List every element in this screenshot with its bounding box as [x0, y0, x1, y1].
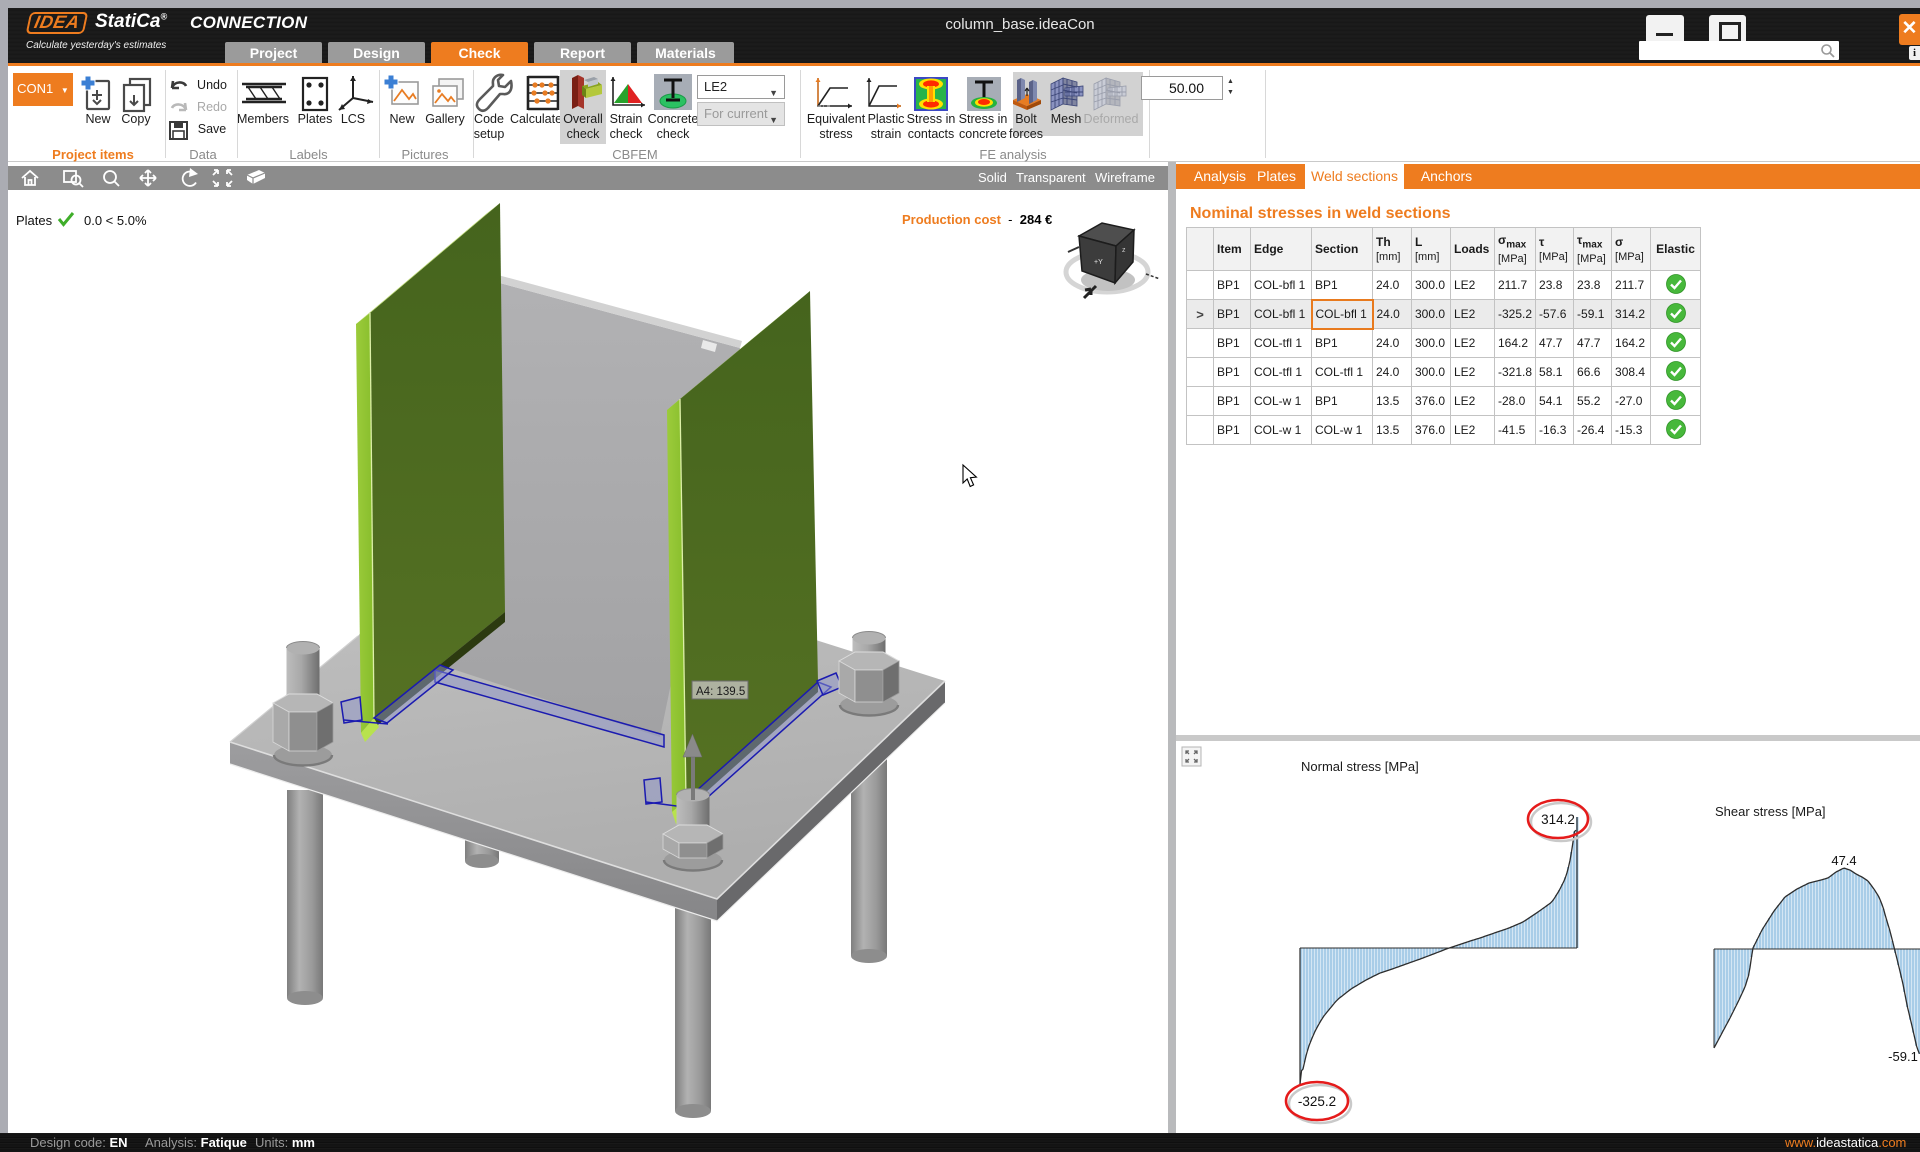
svg-text:Normal stress [MPa]: Normal stress [MPa]	[1301, 759, 1419, 774]
svg-text:z: z	[1122, 247, 1126, 254]
svg-text:47.4: 47.4	[1831, 853, 1856, 868]
svg-text:-59.1: -59.1	[1888, 1049, 1918, 1064]
svg-text:314.2: 314.2	[1541, 812, 1575, 827]
svg-text:A4: 139.5: A4: 139.5	[696, 686, 745, 698]
svg-text:-325.2: -325.2	[1298, 1094, 1336, 1109]
svg-text:+Y: +Y	[1094, 259, 1103, 266]
svg-text:Shear stress [MPa]: Shear stress [MPa]	[1715, 804, 1826, 819]
